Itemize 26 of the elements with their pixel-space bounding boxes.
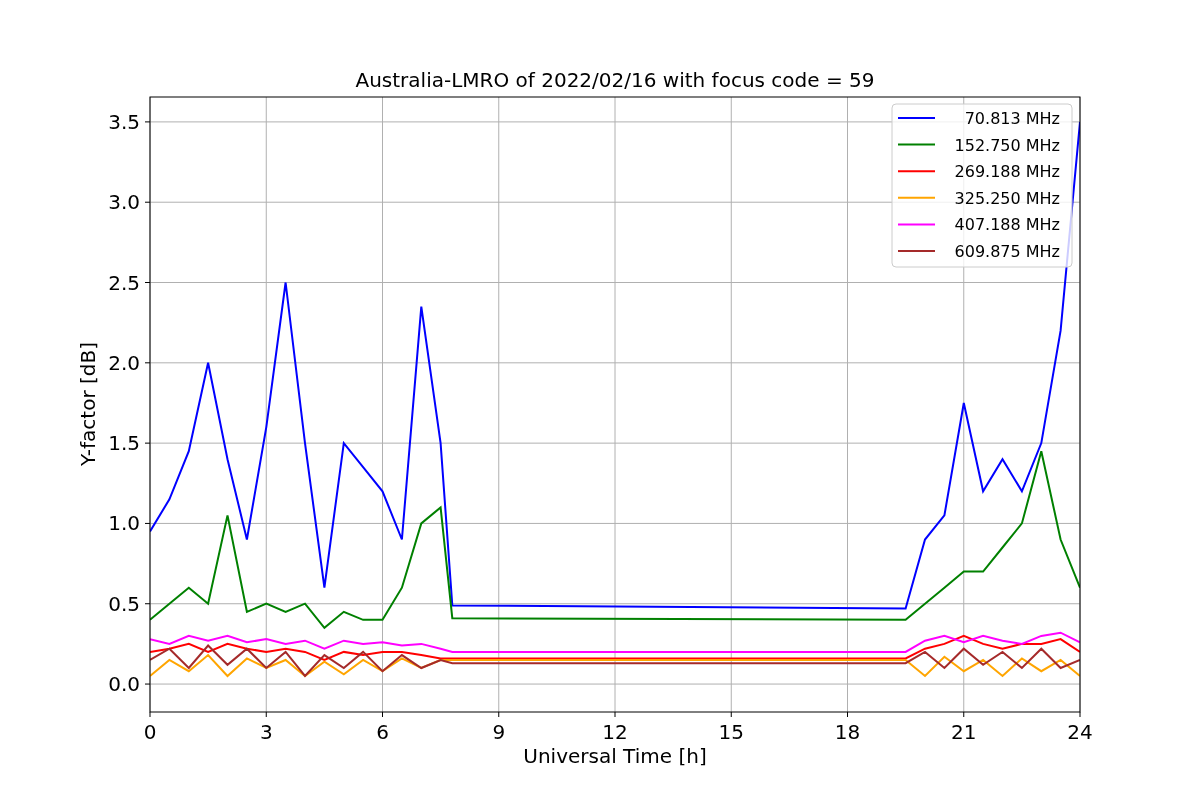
y-tick-label: 0.0: [108, 672, 140, 697]
y-tick-label: 0.5: [108, 591, 140, 616]
x-tick-label: 15: [718, 720, 744, 744]
x-tick-label: 24: [1067, 720, 1093, 744]
x-tick-label: 9: [492, 720, 506, 744]
y-tick-label: 1.0: [108, 511, 140, 536]
x-axis-label: Universal Time [h]: [523, 744, 707, 768]
x-tick-label: 12: [602, 720, 628, 744]
chart-title: Australia-LMRO of 2022/02/16 with focus code = 59: [355, 68, 875, 92]
y-tick-label: 3.0: [108, 190, 140, 215]
legend-label: 407.188 MHz: [954, 215, 1060, 235]
y-axis-label: Y-factor [dB]: [76, 342, 100, 466]
x-tick-label: 18: [834, 720, 861, 744]
legend-label: 609.875 MHz: [954, 242, 1060, 261]
x-tick-label: 3: [259, 720, 273, 744]
y-tick-label: 3.5: [108, 109, 140, 134]
y-tick-label: 2.5: [108, 270, 140, 295]
x-tick-label: 0: [143, 720, 157, 744]
y-tick-label: 2.0: [108, 350, 140, 375]
x-tick-label: 6: [376, 720, 389, 744]
legend-label: 152.750 MHz: [954, 135, 1060, 155]
x-tick-label: 21: [951, 720, 977, 744]
legend-label: 70.813 MHz: [964, 109, 1060, 128]
legend-label: 325.250 MHz: [954, 188, 1060, 208]
legend-label: 269.188 MHz: [954, 162, 1060, 182]
y-tick-label: 1.5: [108, 431, 140, 456]
